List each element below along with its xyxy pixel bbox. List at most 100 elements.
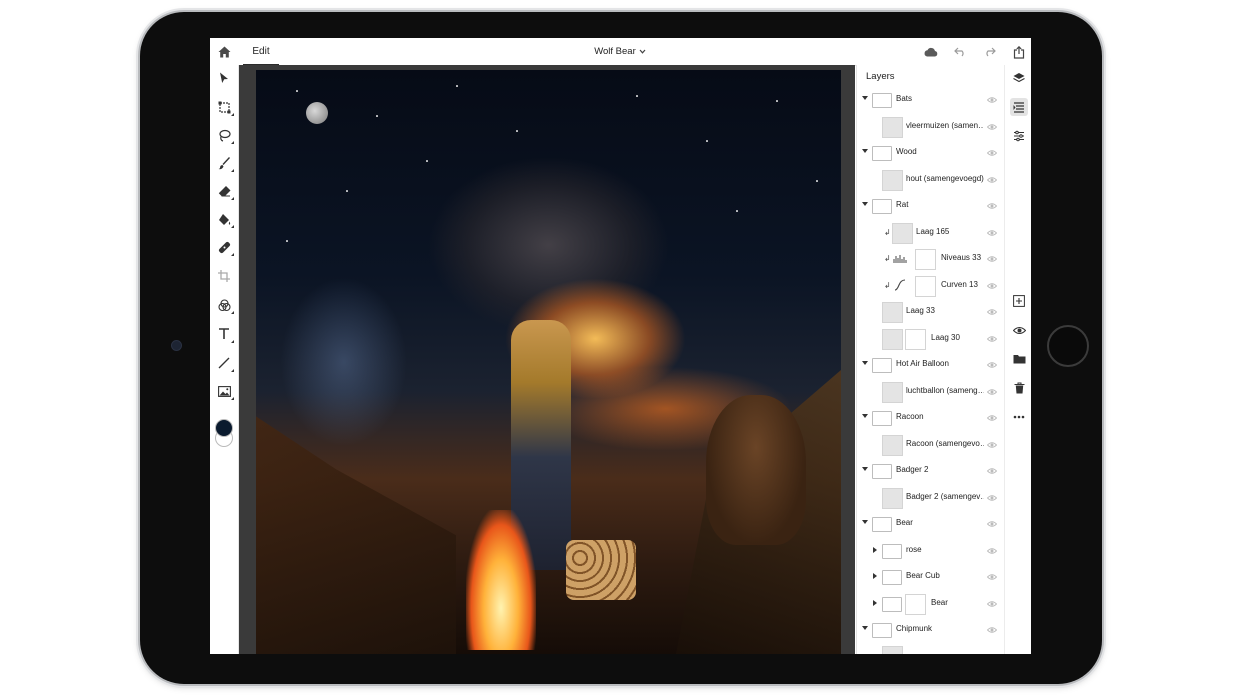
share-icon[interactable] <box>1011 44 1027 60</box>
brush-icon[interactable] <box>214 153 234 173</box>
eye-icon[interactable] <box>987 122 997 132</box>
expand-arrow-icon[interactable] <box>873 573 877 579</box>
document-title[interactable]: Wolf Bear <box>580 38 660 65</box>
eye-icon[interactable] <box>987 281 997 291</box>
eye-icon[interactable] <box>987 519 997 529</box>
layer-row[interactable]: luchtballon (sameng… <box>857 379 1005 405</box>
collapse-arrow-icon[interactable] <box>862 202 868 206</box>
layer-row[interactable]: Wood <box>857 140 1005 166</box>
lasso-icon[interactable] <box>214 125 234 145</box>
more-icon[interactable] <box>1010 408 1028 426</box>
expand-arrow-icon[interactable] <box>873 547 877 553</box>
expand-arrow-icon[interactable] <box>873 600 877 606</box>
eye-icon[interactable] <box>987 493 997 503</box>
eye-icon[interactable] <box>987 599 997 609</box>
collapse-arrow-icon[interactable] <box>862 626 868 630</box>
collapse-arrow-icon[interactable] <box>862 96 868 100</box>
eye-icon[interactable] <box>987 334 997 344</box>
layer-row[interactable]: Racoon <box>857 405 1005 431</box>
visibility-icon[interactable] <box>1010 321 1028 339</box>
layer-row[interactable]: Badger 2 <box>857 458 1005 484</box>
redo-icon[interactable] <box>981 44 997 60</box>
select-icon[interactable] <box>214 68 234 88</box>
layer-row[interactable] <box>857 643 1005 654</box>
layer-name: Hot Air Balloon <box>896 359 949 368</box>
layer-name: Bear <box>931 598 948 607</box>
layer-name: Badger 2 (samengev… <box>906 492 984 501</box>
collapse-arrow-icon[interactable] <box>862 414 868 418</box>
eye-icon[interactable] <box>987 572 997 582</box>
eye-icon[interactable] <box>987 387 997 397</box>
layer-row[interactable]: vleermuizen (samen… <box>857 114 1005 140</box>
layer-row[interactable]: ↲ Niveaus 33 <box>857 246 1005 272</box>
layer-row[interactable]: Badger 2 (samengev… <box>857 485 1005 511</box>
layer-row[interactable]: Bear Cub <box>857 564 1005 590</box>
eye-icon[interactable] <box>987 466 997 476</box>
layer-row[interactable]: Bear <box>857 591 1005 617</box>
eye-icon[interactable] <box>987 546 997 556</box>
eye-icon[interactable] <box>987 175 997 185</box>
layer-row[interactable]: Racoon (samengevo… <box>857 432 1005 458</box>
eye-icon[interactable] <box>987 254 997 264</box>
folder-icon <box>872 146 892 161</box>
layer-thumbnail <box>882 302 903 323</box>
undo-icon[interactable] <box>952 44 968 60</box>
layers-icon[interactable] <box>1010 69 1028 87</box>
type-icon[interactable] <box>214 324 234 344</box>
healing-icon[interactable] <box>214 237 234 257</box>
eye-icon[interactable] <box>987 625 997 635</box>
add-layer-icon[interactable] <box>1010 292 1028 310</box>
artwork-image[interactable] <box>256 70 841 654</box>
cloud-icon[interactable] <box>922 44 938 60</box>
eye-icon[interactable] <box>987 307 997 317</box>
layer-thumbnail <box>882 488 903 509</box>
image-icon[interactable] <box>214 381 234 401</box>
collapse-arrow-icon[interactable] <box>862 467 868 471</box>
crop-icon[interactable] <box>214 266 234 286</box>
folder-icon <box>872 93 892 108</box>
fill-icon[interactable] <box>214 209 234 229</box>
layer-name: Racoon (samengevo… <box>906 439 984 448</box>
layer-row[interactable]: hout (samengevoegd) <box>857 167 1005 193</box>
delete-icon[interactable] <box>1010 379 1028 397</box>
bear-shape <box>706 395 806 545</box>
eye-icon[interactable] <box>987 360 997 370</box>
clipping-mask-icon: ↲ <box>884 228 891 237</box>
eye-icon[interactable] <box>987 413 997 423</box>
tab-edit[interactable]: Edit <box>243 38 279 66</box>
adjustments-icon[interactable] <box>1010 127 1028 145</box>
layer-row[interactable]: ↲ Curven 13 <box>857 273 1005 299</box>
layer-row[interactable]: Laag 30 <box>857 326 1005 352</box>
layer-row[interactable]: Rat <box>857 193 1005 219</box>
foreground-color-swatch[interactable] <box>215 419 233 437</box>
layer-row[interactable]: rose <box>857 538 1005 564</box>
layer-name: rose <box>906 545 922 554</box>
collapse-arrow-icon[interactable] <box>862 520 868 524</box>
layer-name: Wood <box>896 147 917 156</box>
line-icon[interactable] <box>214 353 234 373</box>
eraser-icon[interactable] <box>214 181 234 201</box>
layer-properties-icon[interactable] <box>1010 98 1028 116</box>
group-icon[interactable] <box>1010 350 1028 368</box>
layer-row[interactable]: Chipmunk <box>857 617 1005 643</box>
collapse-arrow-icon[interactable] <box>862 361 868 365</box>
eye-icon[interactable] <box>987 95 997 105</box>
home-button[interactable] <box>1047 325 1089 367</box>
layer-name: Bear Cub <box>906 571 940 580</box>
adjust-icon[interactable] <box>214 295 234 315</box>
layer-row[interactable]: Bear <box>857 511 1005 537</box>
layer-row[interactable]: Laag 33 <box>857 299 1005 325</box>
eye-icon[interactable] <box>987 148 997 158</box>
home-icon[interactable] <box>216 44 232 60</box>
layer-row[interactable]: Bats <box>857 87 1005 113</box>
layer-row[interactable]: ↲ Laag 165 <box>857 220 1005 246</box>
layer-name: Niveaus 33 <box>941 253 982 262</box>
transform-icon[interactable] <box>214 97 234 117</box>
layer-name: Badger 2 <box>896 465 929 474</box>
collapse-arrow-icon[interactable] <box>862 149 868 153</box>
eye-icon[interactable] <box>987 440 997 450</box>
eye-icon[interactable] <box>987 201 997 211</box>
eye-icon[interactable] <box>987 228 997 238</box>
right-rail <box>1004 65 1031 654</box>
layer-row[interactable]: Hot Air Balloon <box>857 352 1005 378</box>
